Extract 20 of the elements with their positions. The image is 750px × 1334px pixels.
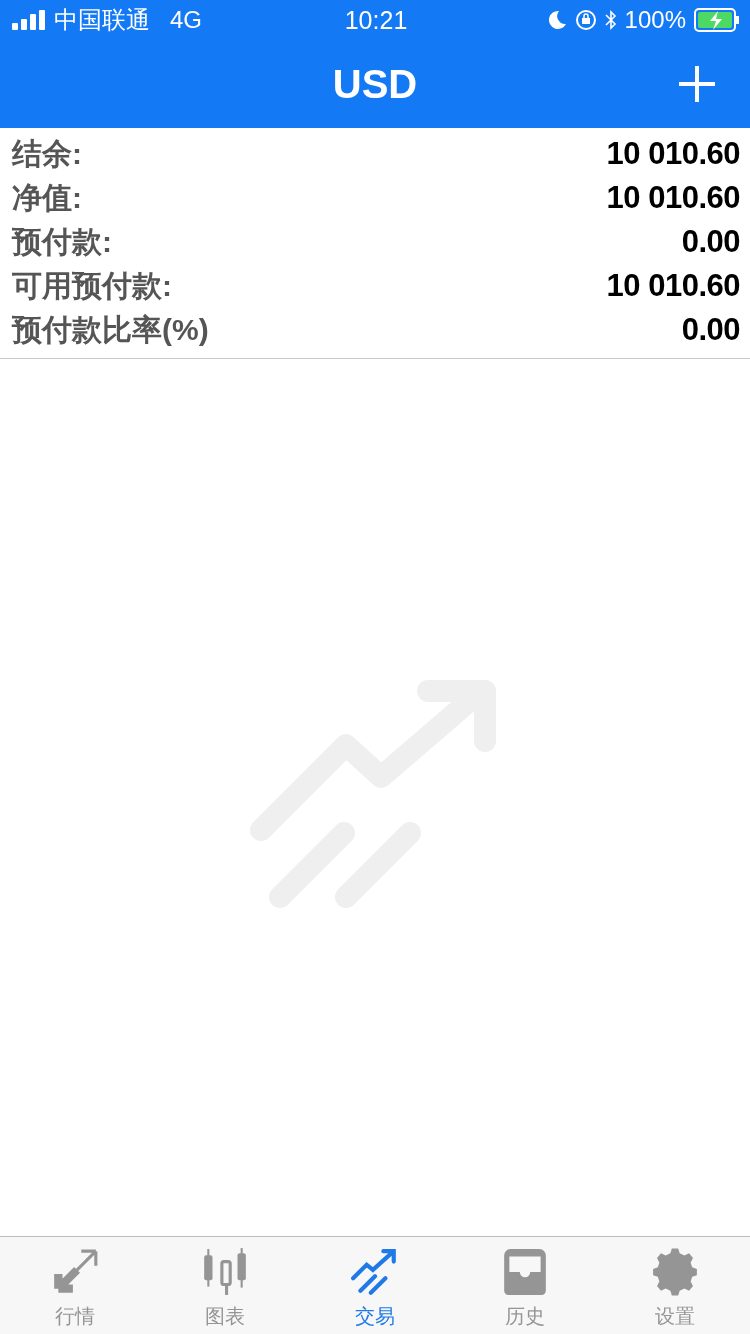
carrier-name: 中国联通 bbox=[54, 5, 150, 35]
clock: 10:21 bbox=[344, 5, 408, 35]
network-type: 4G bbox=[170, 6, 202, 34]
account-value: 0.00 bbox=[681, 312, 740, 348]
battery-percent: 100% bbox=[624, 6, 686, 34]
tab[interactable]: 历史 bbox=[450, 1237, 600, 1334]
screen-title: USD bbox=[332, 61, 418, 107]
tab[interactable]: 设置 bbox=[600, 1237, 750, 1334]
account-label: 可用预付款: bbox=[12, 267, 172, 304]
tab[interactable]: 图表 bbox=[150, 1237, 300, 1334]
account-value: 10 010.60 bbox=[606, 136, 740, 172]
account-value: 10 010.60 bbox=[606, 268, 740, 304]
account-value: 0.00 bbox=[681, 224, 740, 260]
account-label: 预付款: bbox=[12, 223, 112, 260]
account-label: 预付款比率(%) bbox=[12, 311, 209, 348]
account-label: 结余: bbox=[12, 135, 82, 172]
tab[interactable]: 交易 bbox=[300, 1237, 450, 1334]
tab[interactable]: 行情 bbox=[0, 1237, 150, 1334]
account-value: 10 010.60 bbox=[606, 180, 740, 216]
account-label: 净值: bbox=[12, 179, 82, 216]
